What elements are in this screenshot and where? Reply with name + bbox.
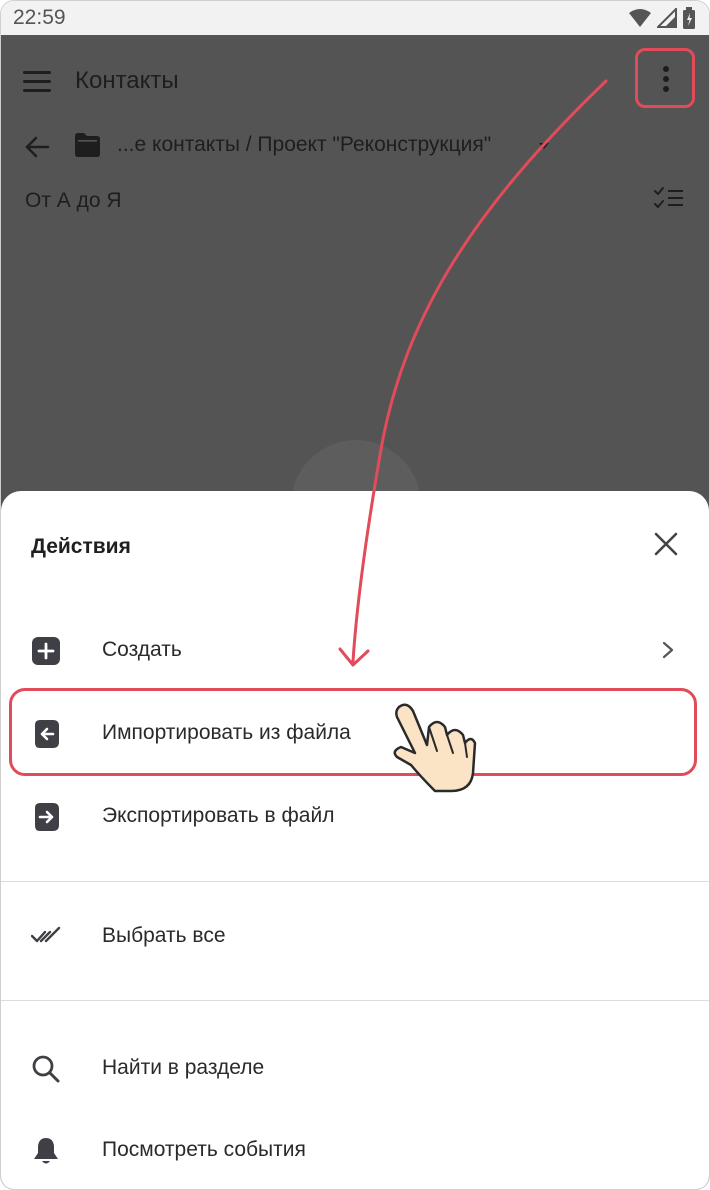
- breadcrumb[interactable]: ...е контакты / Проект "Реконструкция": [117, 133, 491, 157]
- wifi-icon: [629, 9, 651, 27]
- sort-label[interactable]: От А до Я: [25, 189, 122, 213]
- menu-item-events[interactable]: Посмотреть события: [1, 1110, 709, 1189]
- status-icons: [629, 7, 695, 29]
- back-arrow-icon[interactable]: [23, 133, 51, 161]
- status-time: 22:59: [13, 6, 66, 29]
- menu-item-export[interactable]: Экспортировать в файл: [1, 776, 709, 856]
- menu-item-label: Посмотреть события: [102, 1138, 306, 1161]
- plus-square-icon: [32, 637, 60, 665]
- chevron-right-icon: [662, 641, 674, 659]
- divider: [1, 1000, 709, 1001]
- menu-item-search[interactable]: Найти в разделе: [1, 1028, 709, 1108]
- signal-icon: [657, 8, 677, 28]
- sheet-title: Действия: [31, 535, 131, 558]
- close-icon[interactable]: [653, 531, 679, 557]
- page-title: Контакты: [75, 67, 179, 94]
- device-frame: 22:59 Контакты ...е контакты / Проект "Р…: [0, 0, 710, 1190]
- kebab-highlight-frame: [635, 48, 695, 108]
- bell-icon: [34, 1138, 58, 1164]
- breadcrumb-dropdown-icon[interactable]: [539, 143, 549, 149]
- search-icon: [32, 1055, 60, 1083]
- actions-bottom-sheet: Действия Создать Импортировать из файла: [1, 491, 709, 1189]
- folder-icon: [75, 133, 100, 157]
- menu-item-create[interactable]: Создать: [1, 610, 709, 690]
- double-check-icon: [31, 926, 61, 943]
- hamburger-menu-icon[interactable]: [23, 71, 51, 93]
- menu-item-label: Создать: [102, 638, 182, 661]
- battery-icon: [683, 7, 695, 29]
- menu-item-select-all[interactable]: Выбрать все: [1, 896, 709, 976]
- menu-item-label: Выбрать все: [102, 924, 226, 947]
- checklist-icon[interactable]: [653, 185, 685, 211]
- menu-item-label: Найти в разделе: [102, 1056, 265, 1079]
- status-bar: 22:59: [1, 1, 709, 35]
- divider: [1, 881, 709, 882]
- menu-item-label: Экспортировать в файл: [102, 804, 335, 827]
- export-icon: [35, 803, 59, 831]
- import-highlight-frame: [9, 688, 697, 776]
